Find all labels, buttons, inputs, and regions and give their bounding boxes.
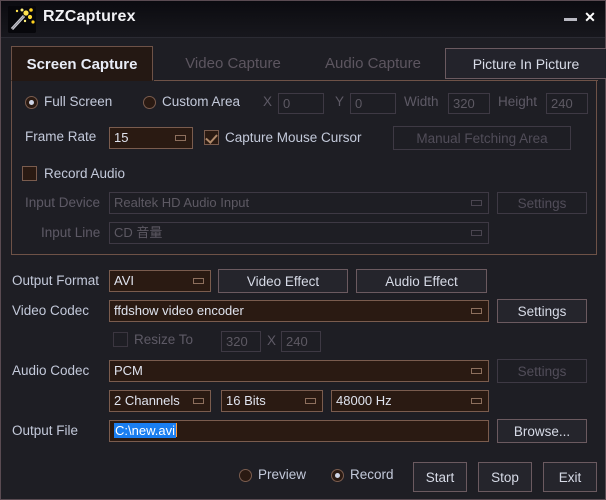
record-audio-checkbox[interactable] — [22, 166, 37, 181]
frame-rate-value: 15 — [114, 130, 129, 145]
sample-rate-combo[interactable]: 48000 Hz — [331, 390, 489, 412]
manual-fetching-area-button: Manual Fetching Area — [393, 126, 571, 150]
chevron-down-icon — [471, 368, 482, 374]
output-format-value: AVI — [114, 273, 134, 288]
input-device-label: Input Device — [25, 195, 101, 210]
input-device-settings-label: Settings — [517, 196, 567, 211]
custom-area-label: Custom Area — [162, 94, 241, 109]
video-codec-settings-label: Settings — [517, 304, 567, 319]
video-codec-label: Video Codec — [12, 303, 90, 318]
close-icon[interactable]: ✕ — [582, 9, 598, 25]
channels-combo[interactable]: 2 Channels — [109, 390, 211, 412]
chevron-down-icon — [471, 308, 482, 314]
full-screen-label: Full Screen — [44, 94, 113, 109]
browse-label: Browse... — [513, 424, 571, 439]
tab-screen-capture[interactable]: Screen Capture — [11, 46, 153, 81]
output-format-combo[interactable]: AVI — [109, 270, 211, 292]
video-effect-label: Video Effect — [246, 274, 320, 289]
resize-width-input[interactable]: 320 — [221, 331, 261, 352]
exit-label: Exit — [558, 470, 582, 485]
output-file-label: Output File — [12, 423, 79, 438]
record-audio-label: Record Audio — [44, 166, 126, 181]
input-device-combo: Realtek HD Audio Input — [109, 192, 489, 214]
chevron-down-icon — [193, 398, 204, 404]
resize-to-label: Resize To — [134, 332, 194, 347]
capture-mouse-cursor-label: Capture Mouse Cursor — [225, 130, 362, 145]
input-device-settings-button: Settings — [497, 192, 587, 214]
height-label: Height — [498, 94, 538, 109]
tab-video-capture[interactable]: Video Capture — [163, 46, 303, 81]
tab-strip: Screen Capture Video Capture Audio Captu… — [11, 46, 606, 82]
bits-combo[interactable]: 16 Bits — [221, 390, 323, 412]
exit-button[interactable]: Exit — [543, 462, 597, 492]
chevron-down-icon — [305, 398, 316, 404]
video-codec-settings-button[interactable]: Settings — [497, 299, 587, 323]
output-format-label: Output Format — [12, 273, 100, 288]
record-label: Record — [350, 467, 394, 482]
y-input[interactable]: 0 — [350, 93, 396, 114]
chevron-down-icon — [193, 278, 204, 284]
chevron-down-icon — [471, 398, 482, 404]
audio-effect-label: Audio Effect — [385, 274, 458, 289]
radio-custom-area[interactable] — [143, 96, 156, 109]
start-button[interactable]: Start — [413, 462, 467, 492]
browse-button[interactable]: Browse... — [497, 419, 587, 443]
chevron-down-icon — [471, 200, 482, 206]
text-caret — [175, 423, 177, 437]
audio-codec-label: Audio Codec — [12, 363, 90, 378]
input-line-value: CD 音量 — [114, 225, 163, 240]
channels-value: 2 Channels — [114, 393, 180, 408]
capture-mouse-cursor-checkbox[interactable] — [204, 130, 219, 145]
input-device-value: Realtek HD Audio Input — [114, 195, 250, 210]
video-effect-button[interactable]: Video Effect — [218, 269, 348, 293]
x-input[interactable]: 0 — [278, 93, 324, 114]
chevron-down-icon — [175, 135, 186, 141]
audio-codec-value: PCM — [114, 363, 143, 378]
sample-rate-value: 48000 Hz — [336, 393, 392, 408]
audio-effect-button[interactable]: Audio Effect — [356, 269, 487, 293]
output-file-input[interactable]: C:\new.avi — [109, 420, 489, 442]
radio-full-screen[interactable] — [25, 96, 38, 109]
picture-in-picture-button[interactable]: Picture In Picture — [445, 48, 606, 79]
title-bar: RZCapturex ✕ — [1, 1, 605, 38]
minimize-button[interactable] — [563, 9, 579, 25]
input-line-combo: CD 音量 — [109, 222, 489, 244]
stop-label: Stop — [491, 470, 519, 485]
rzcapturex-window: RZCapturex ✕ Screen Capture Video Captur… — [0, 0, 606, 500]
tab-audio-capture-label: Audio Capture — [325, 55, 421, 72]
resize-height-input[interactable]: 240 — [281, 331, 321, 352]
audio-codec-settings-button: Settings — [497, 359, 587, 383]
x-label: X — [263, 94, 273, 109]
y-label: Y — [335, 94, 345, 109]
resize-x-label: X — [267, 333, 277, 348]
bits-value: 16 Bits — [226, 393, 266, 408]
picture-in-picture-label: Picture In Picture — [472, 56, 580, 72]
height-input[interactable]: 240 — [546, 93, 588, 114]
radio-record[interactable] — [331, 469, 344, 482]
audio-codec-combo[interactable]: PCM — [109, 360, 489, 382]
stop-button[interactable]: Stop — [478, 462, 532, 492]
frame-rate-combo[interactable]: 15 — [109, 127, 193, 149]
frame-rate-label: Frame Rate — [25, 129, 97, 144]
output-file-value: C:\new.avi — [114, 423, 176, 438]
manual-fetching-area-label: Manual Fetching Area — [416, 131, 548, 146]
input-line-label: Input Line — [41, 225, 101, 240]
preview-label: Preview — [258, 467, 307, 482]
resize-to-checkbox[interactable] — [113, 332, 128, 347]
radio-preview[interactable] — [239, 469, 252, 482]
width-label: Width — [404, 94, 439, 109]
width-input[interactable]: 320 — [448, 93, 490, 114]
start-label: Start — [425, 470, 455, 485]
video-codec-value: ffdshow video encoder — [114, 303, 244, 318]
chevron-down-icon — [471, 230, 482, 236]
tab-audio-capture[interactable]: Audio Capture — [303, 46, 443, 81]
audio-codec-settings-label: Settings — [517, 364, 567, 379]
video-codec-combo[interactable]: ffdshow video encoder — [109, 300, 489, 322]
tab-screen-capture-label: Screen Capture — [26, 56, 138, 73]
window-title: RZCapturex — [43, 8, 136, 25]
magic-wand-icon — [8, 6, 36, 33]
tab-video-capture-label: Video Capture — [185, 55, 281, 72]
